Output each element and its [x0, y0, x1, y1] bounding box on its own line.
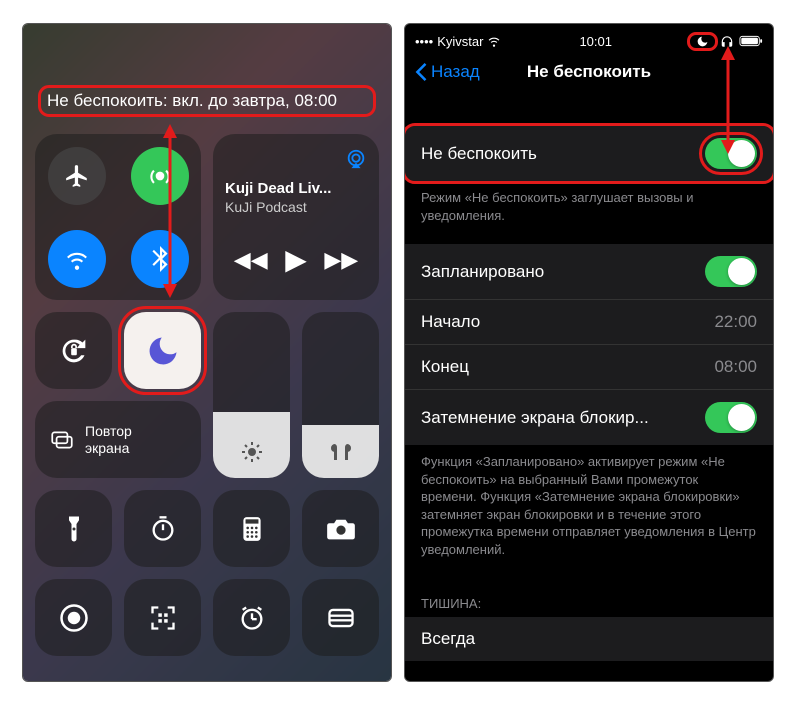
scheduled-toggle[interactable]: [705, 256, 757, 287]
signal-dots: ••••: [415, 34, 433, 49]
camera-button[interactable]: [302, 490, 379, 567]
screen-record-button[interactable]: [35, 579, 112, 656]
media-subtitle: KuJi Podcast: [225, 199, 367, 215]
back-label: Назад: [431, 62, 480, 82]
airplay-icon[interactable]: [345, 148, 367, 170]
settings-list: Не беспокоить Режим «Не беспокоить» загл…: [405, 96, 773, 661]
settings-screenshot: •••• Kyivstar 10:01 Назад Не беспокоить: [404, 23, 774, 682]
screen-mirroring-button[interactable]: Повтор экрана: [35, 401, 201, 478]
now-playing-tile[interactable]: Kuji Dead Liv... KuJi Podcast ◀◀ ▶ ▶▶: [213, 134, 379, 300]
calculator-button[interactable]: [213, 490, 290, 567]
dnd-toggle[interactable]: [705, 138, 757, 169]
from-value: 22:00: [714, 312, 757, 332]
to-row[interactable]: Конец 08:00: [405, 345, 773, 390]
back-button[interactable]: Назад: [415, 62, 480, 82]
status-bar: •••• Kyivstar 10:01: [405, 24, 773, 52]
dim-lock-toggle[interactable]: [705, 402, 757, 433]
wallet-button[interactable]: [302, 579, 379, 656]
carrier-name: Kyivstar: [437, 34, 483, 49]
airplane-mode-button[interactable]: [48, 147, 106, 205]
scheduled-footer: Функция «Запланировано» активирует режим…: [405, 445, 773, 578]
qr-code-button[interactable]: [124, 579, 201, 656]
status-dnd-indicator: [690, 35, 715, 48]
silence-header: ТИШИНА:: [405, 578, 773, 617]
orientation-lock-button[interactable]: [35, 312, 112, 389]
control-center-screenshot: Не беспокоить: вкл. до завтра, 08:00: [22, 23, 392, 682]
wifi-button[interactable]: [48, 230, 106, 288]
scheduled-row[interactable]: Запланировано: [405, 244, 773, 300]
from-row[interactable]: Начало 22:00: [405, 300, 773, 345]
dim-lock-row[interactable]: Затемнение экрана блокир...: [405, 390, 773, 445]
rewind-icon[interactable]: ◀◀: [234, 247, 268, 273]
to-value: 08:00: [714, 357, 757, 377]
forward-icon[interactable]: ▶▶: [324, 247, 358, 273]
dnd-footer: Режим «Не беспокоить» заглушает вызовы и…: [405, 181, 773, 244]
control-center-grid: Kuji Dead Liv... KuJi Podcast ◀◀ ▶ ▶▶: [35, 134, 379, 300]
connectivity-tile[interactable]: [35, 134, 201, 300]
dnd-toggle-row[interactable]: Не беспокоить: [405, 126, 773, 181]
bluetooth-button[interactable]: [131, 230, 189, 288]
dnd-status-text: Не беспокоить: вкл. до завтра, 08:00: [41, 88, 373, 114]
scheduled-label: Запланировано: [421, 262, 544, 282]
brightness-slider[interactable]: [213, 312, 290, 478]
always-label: Всегда: [421, 629, 475, 649]
status-time: 10:01: [579, 34, 612, 49]
play-icon[interactable]: ▶: [285, 243, 307, 276]
brightness-icon: [240, 440, 264, 464]
battery-icon: [739, 35, 763, 47]
volume-slider[interactable]: [302, 312, 379, 478]
to-label: Конец: [421, 357, 469, 377]
control-center-content: Не беспокоить: вкл. до завтра, 08:00: [23, 24, 391, 681]
alarm-button[interactable]: [213, 579, 290, 656]
dim-lock-label: Затемнение экрана блокир...: [421, 408, 649, 428]
timer-button[interactable]: [124, 490, 201, 567]
airpods-icon: [327, 440, 355, 464]
flashlight-button[interactable]: [35, 490, 112, 567]
cellular-data-button[interactable]: [131, 147, 189, 205]
screen-mirroring-label: Повтор экрана: [85, 423, 132, 455]
do-not-disturb-button[interactable]: [124, 312, 201, 389]
navigation-bar: Назад Не беспокоить: [405, 52, 773, 96]
media-title: Kuji Dead Liv...: [225, 180, 367, 197]
from-label: Начало: [421, 312, 480, 332]
dnd-toggle-label: Не беспокоить: [421, 144, 537, 164]
always-row[interactable]: Всегда: [405, 617, 773, 661]
headphones-icon: [720, 35, 734, 48]
wifi-icon: [487, 35, 501, 47]
